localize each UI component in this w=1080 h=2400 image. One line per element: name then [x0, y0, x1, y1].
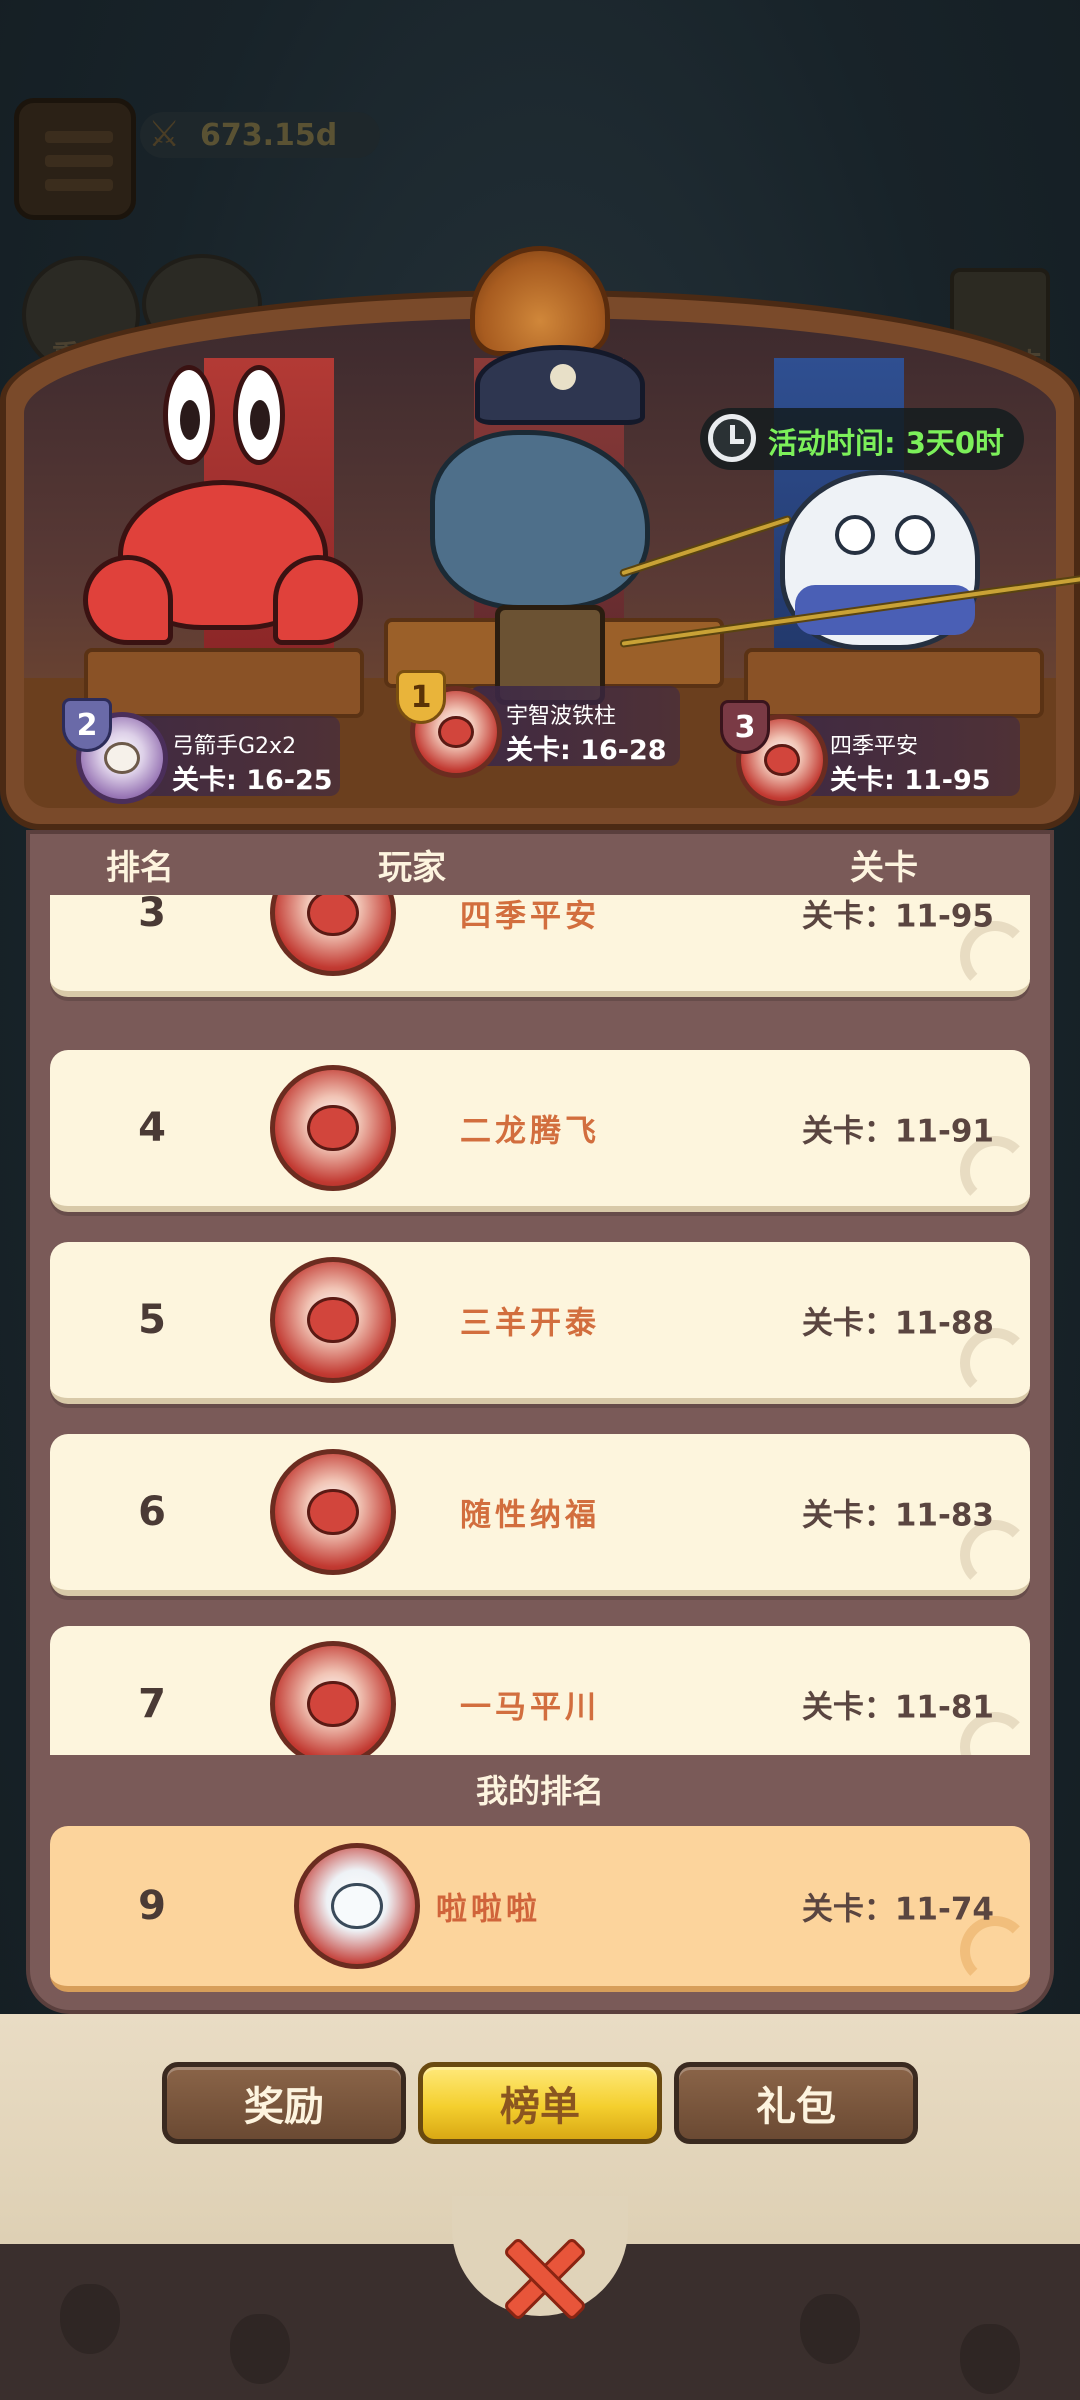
- row-rank: 5: [138, 1297, 166, 1343]
- podium-name-3: 四季平安: [830, 734, 919, 759]
- row-rank: 3: [138, 895, 166, 936]
- avatar-face: [307, 1680, 359, 1728]
- podium-name-2: 弓箭手G2x2: [172, 734, 297, 759]
- list-item[interactable]: 5 三羊开泰 关卡：11-88: [50, 1242, 1030, 1404]
- polar-bear-character: [780, 470, 980, 650]
- avatar-face: [331, 1882, 383, 1930]
- row-stage: 关卡：11-91: [801, 1113, 994, 1150]
- acorn-pattern-icon: [960, 2324, 1020, 2394]
- player-avatar[interactable]: [270, 1065, 396, 1191]
- podium-stage-3: 关卡: 11-95: [830, 765, 991, 796]
- rank-badge-3: 3: [720, 700, 770, 754]
- header-rank: 排名: [106, 848, 174, 888]
- power-display: ⚔ 673.15d: [140, 112, 380, 158]
- menu-icon: [45, 131, 113, 143]
- row-rank: 7: [138, 1681, 166, 1727]
- podium-stage-2: 关卡: 16-25: [172, 765, 333, 796]
- podium-stage-1: 关卡: 16-28: [506, 735, 667, 766]
- tab-leaderboard[interactable]: 榜单: [418, 2062, 662, 2144]
- menu-icon-bar: [45, 155, 113, 167]
- event-timer: 活动时间: 3天0时: [700, 408, 1024, 470]
- pedestal-right: [744, 648, 1044, 718]
- acorn-pattern-icon: [60, 2284, 120, 2354]
- clock-icon: [708, 414, 756, 462]
- tab-gift-pack[interactable]: 礼包: [674, 2062, 918, 2144]
- avatar-face: [307, 895, 359, 937]
- row-rank: 6: [138, 1489, 166, 1535]
- pedestal-left: [84, 648, 364, 718]
- row-player-name: 随性纳福: [460, 1497, 600, 1534]
- my-rank-title: 我的排名: [475, 1772, 604, 1810]
- rank-badge-1: 1: [396, 670, 446, 724]
- row-stage: 关卡：11-83: [801, 1497, 994, 1534]
- crab-claw: [83, 555, 173, 645]
- timer-text: 活动时间: 3天0时: [768, 426, 1005, 460]
- list-item[interactable]: 4 二龙腾飞 关卡：11-91: [50, 1050, 1030, 1212]
- avatar-face: [307, 1104, 359, 1152]
- crab-eye: [163, 365, 215, 465]
- crab-character: [83, 365, 363, 645]
- podium-name-1: 宇智波铁柱: [506, 704, 617, 729]
- list-item[interactable]: 3 四季平安 关卡：11-95: [50, 895, 1030, 997]
- leaderboard-list[interactable]: 3 四季平安 关卡：11-95 4 二龙腾飞 关卡：11-91 5 三羊开泰 关…: [26, 895, 1054, 1755]
- tab-rewards[interactable]: 奖励: [162, 2062, 406, 2144]
- menu-button[interactable]: [14, 98, 136, 220]
- my-rank-row[interactable]: 9 啦啦啦 关卡：11-74: [50, 1826, 1030, 1992]
- row-player-name: 二龙腾飞: [460, 1113, 600, 1150]
- player-avatar[interactable]: [270, 1449, 396, 1575]
- crab-claw: [273, 555, 363, 645]
- my-stage: 关卡：11-74: [801, 1891, 994, 1928]
- row-stage: 关卡：11-88: [801, 1305, 994, 1342]
- acorn-pattern-icon: [800, 2294, 860, 2364]
- my-avatar[interactable]: [294, 1843, 420, 1969]
- avatar-face: [763, 743, 801, 777]
- avatar-face: [307, 1296, 359, 1344]
- close-icon[interactable]: [500, 2236, 580, 2316]
- row-stage: 关卡：11-95: [801, 898, 994, 935]
- sword-icon: ⚔: [148, 114, 181, 155]
- acorn-pattern-icon: [230, 2314, 290, 2384]
- player-avatar[interactable]: [270, 895, 396, 976]
- bear-eye: [895, 515, 935, 555]
- power-value: 673.15d: [200, 117, 338, 153]
- player-avatar[interactable]: [270, 1257, 396, 1383]
- pirate-hat: [475, 345, 645, 425]
- rank-badge-2: 2: [62, 698, 112, 752]
- bear-eye: [835, 515, 875, 555]
- my-player-name: 啦啦啦: [436, 1891, 541, 1928]
- row-stage: 关卡：11-81: [801, 1689, 994, 1726]
- list-item[interactable]: 6 随性纳福 关卡：11-83: [50, 1434, 1030, 1596]
- row-player-name: 四季平安: [460, 898, 600, 935]
- my-rank-number: 9: [138, 1883, 166, 1929]
- header-player: 玩家: [378, 848, 446, 888]
- menu-icon-bar: [45, 179, 113, 191]
- player-avatar[interactable]: [270, 1641, 396, 1755]
- crab-eye: [233, 365, 285, 465]
- row-player-name: 三羊开泰: [460, 1305, 600, 1342]
- header-stage: 关卡: [850, 848, 918, 888]
- avatar-face: [437, 715, 475, 749]
- row-rank: 4: [138, 1105, 166, 1151]
- avatar-face: [307, 1488, 359, 1536]
- row-player-name: 一马平川: [460, 1689, 600, 1726]
- avatar-face: [103, 741, 141, 775]
- list-item[interactable]: 7 一马平川 关卡：11-81: [50, 1626, 1030, 1755]
